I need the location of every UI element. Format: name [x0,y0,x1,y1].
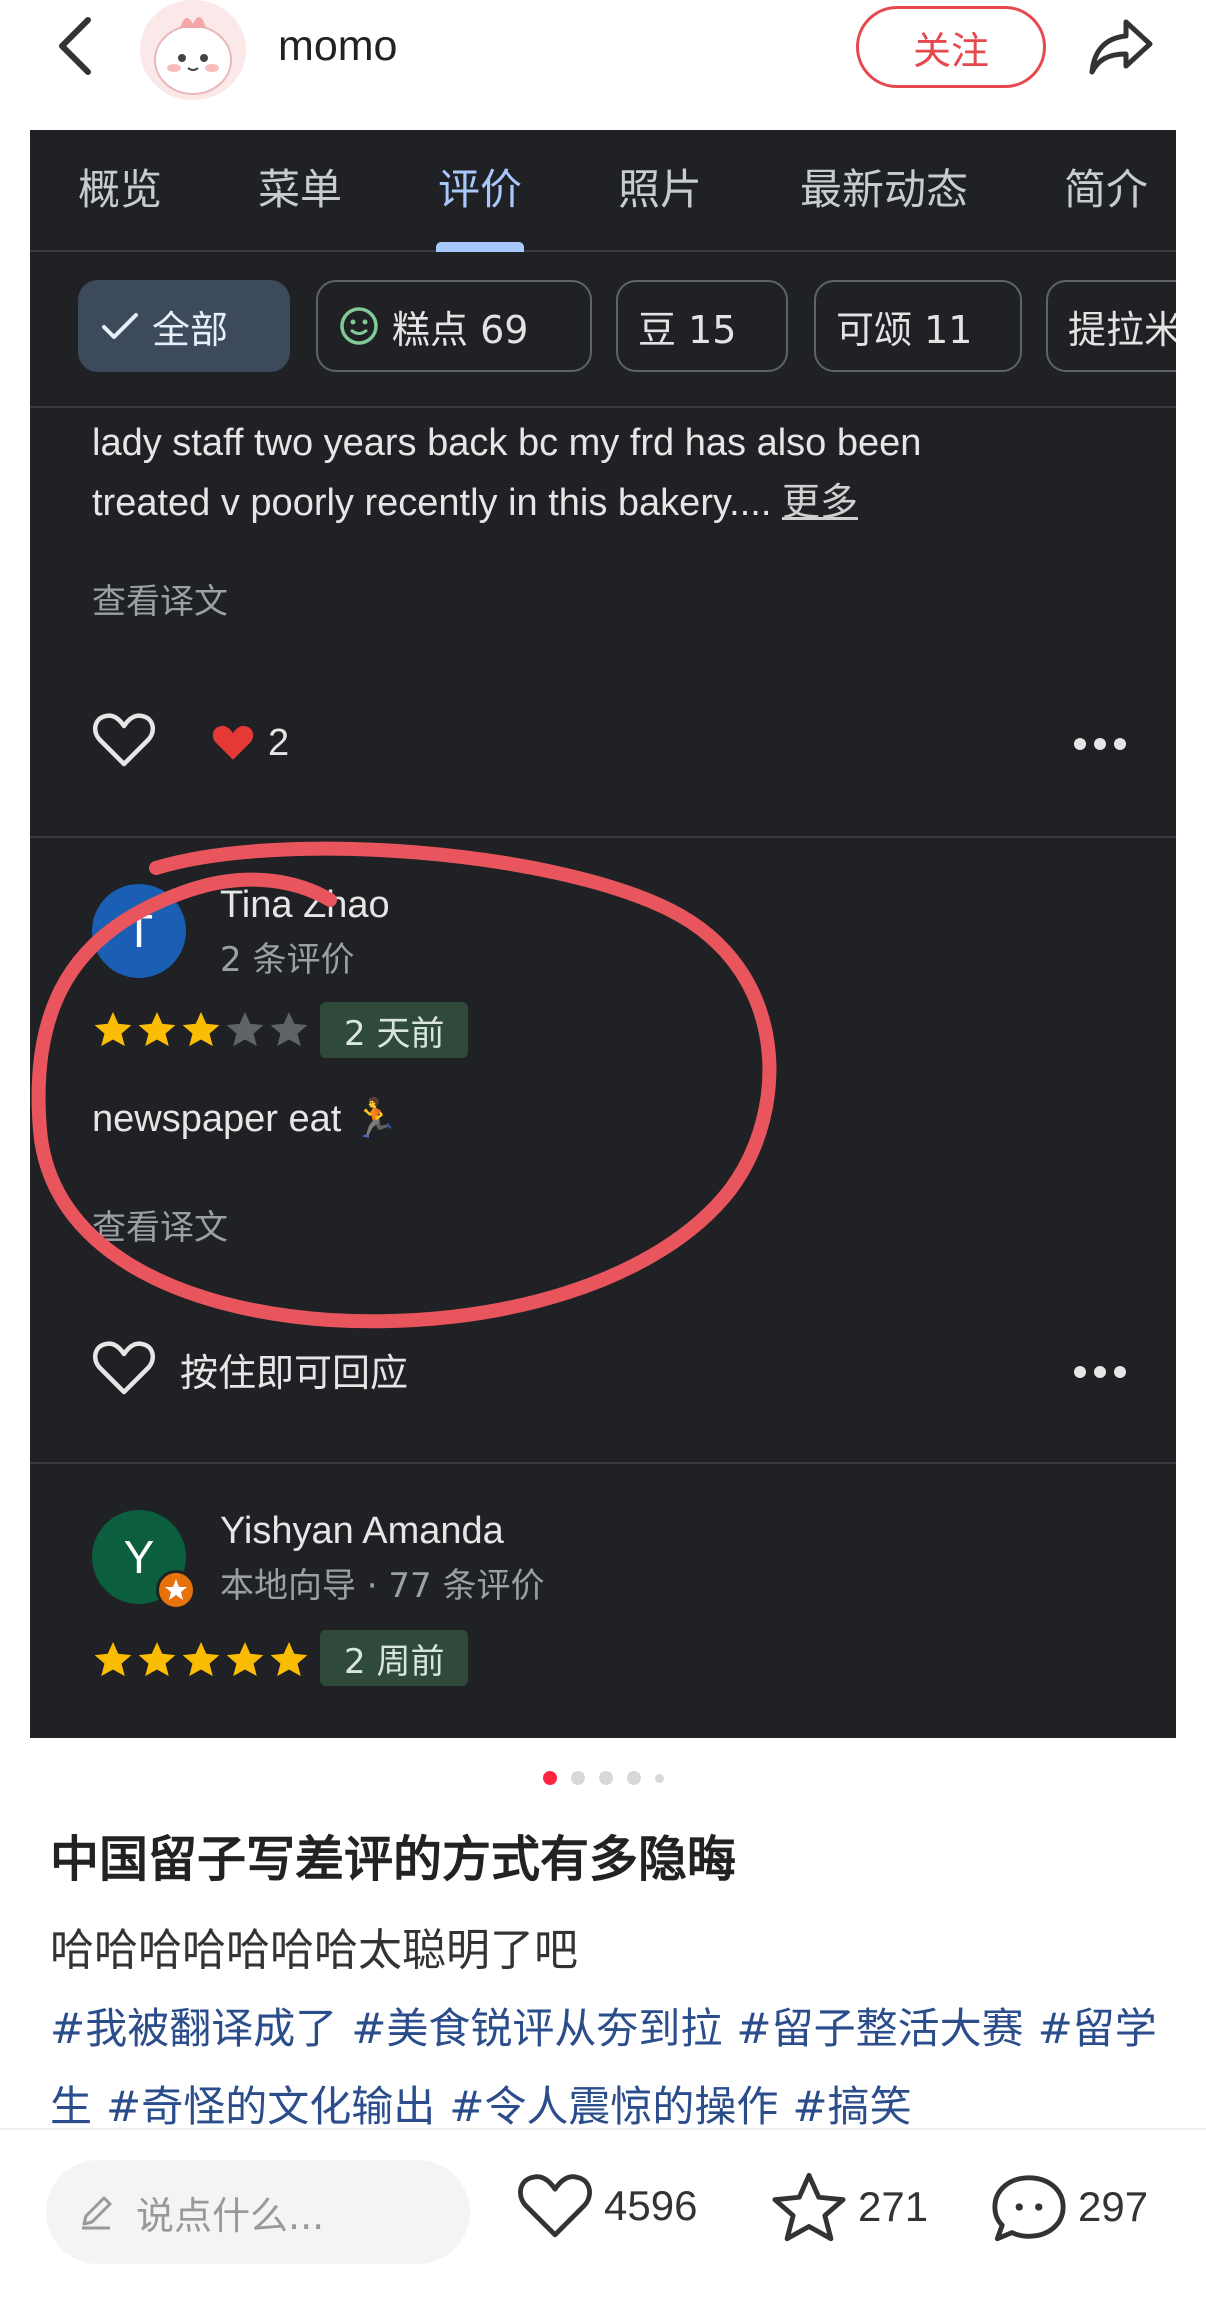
like-button[interactable]: 4596 [516,2170,697,2242]
pager-dot [654,1773,664,1783]
comment-placeholder: 说点什么... [136,2193,325,2238]
bottom-action-bar: 说点什么... 4596 271 297 [0,2128,1206,2320]
favorite-count: 271 [858,2183,929,2230]
reviews-screenshot: 概览 菜单 评价 照片 最新动态 简介 全部 糕点 69 豆 15 可颂 11 … [30,130,1176,1738]
hashtag[interactable]: #我被翻译成了 [50,2004,337,2053]
username[interactable]: momo [278,22,397,71]
star-icon [772,2172,846,2242]
hashtag[interactable]: #搞笑 [792,2082,911,2131]
top-bar: momo 关注 [0,0,1206,128]
hashtag[interactable]: #奇怪的文化输出 [106,2082,435,2131]
back-icon[interactable] [48,14,108,78]
hashtag[interactable]: #令人震惊的操作 [449,2082,778,2131]
comment-button[interactable]: 297 [990,2170,1148,2244]
image-pager [0,1768,1206,1788]
comment-input[interactable]: 说点什么... [46,2160,470,2264]
comment-bubble-icon [992,2175,1066,2242]
post-title: 中国留子写差评的方式有多隐晦 [50,1831,737,1888]
annotation-circle [31,841,777,1329]
heart-icon [518,2174,592,2238]
post-body: 哈哈哈哈哈哈哈太聪明了吧 [50,1925,578,1976]
follow-button[interactable]: 关注 [856,6,1046,88]
pencil-icon [82,2196,112,2230]
hashtag[interactable]: #美食锐评从夯到拉 [351,2004,722,2053]
comment-count: 297 [1078,2183,1149,2230]
pager-dot [542,1771,557,1785]
favorite-button[interactable]: 271 [770,2170,928,2244]
pager-dot [598,1771,613,1785]
hashtag-list: #我被翻译成了 #美食锐评从夯到拉 #留子整活大赛 #留学生 #奇怪的文化输出 #令人震惊… [50,1990,1180,2146]
hashtag[interactable]: #留子整活大赛 [736,2004,1023,2053]
pager-dot [626,1771,641,1785]
share-icon[interactable] [1086,12,1156,82]
pager-dot [570,1771,585,1785]
avatar[interactable] [140,0,246,100]
like-count: 4596 [604,2182,698,2229]
